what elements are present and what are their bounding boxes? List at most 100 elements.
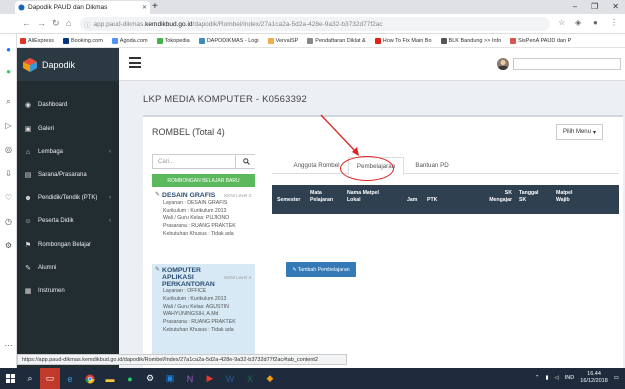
history-icon[interactable]: ◷ [3,216,14,227]
whatsapp-icon[interactable]: ● [3,66,14,77]
excel-icon[interactable]: X [240,368,260,389]
bookmark-item[interactable]: BLK Bandung >> Info [440,37,501,44]
top-header [119,48,625,81]
language-indicator[interactable]: IND [565,375,574,381]
search-input[interactable]: Cari... [152,154,256,169]
maximize-button[interactable]: ❐ [591,0,598,14]
play-icon[interactable]: ▷ [3,120,14,131]
profile-icon[interactable]: ● [593,18,598,27]
student-icon: ☺ [24,217,32,225]
user-name-box[interactable] [513,58,621,70]
dapodik-logo-icon [23,57,37,72]
more-icon[interactable]: ⋯ [3,340,14,351]
bookmark-item[interactable]: DAPODIKMAS - Logi [198,37,259,44]
minimize-button[interactable]: – [573,0,577,14]
explorer-icon[interactable]: ▬ [100,368,120,389]
close-window-button[interactable]: ✕ [612,0,619,14]
hamburger-menu-icon[interactable] [129,57,141,68]
paint-icon[interactable]: ◆ [260,368,280,389]
bookmark-icon [267,37,274,44]
status-url: https://app.paud-dikmas.kemdikbud.go.id/… [17,354,347,365]
bookmark-item[interactable]: Agoda.com [111,37,148,44]
bookmark-item[interactable]: Booking.com [62,37,103,44]
sidebar-item-galeri[interactable]: ▣ Galeri [17,120,119,138]
download-icon[interactable]: ⇩ [3,168,14,179]
sidebar: Dapodik ◉ Dashboard ▣ Galeri ⌂ Lembaga ‹ ▤ Sa… [17,48,119,368]
onenote-icon[interactable]: N [180,368,200,389]
forward-icon[interactable]: → [37,18,46,29]
browser-tab[interactable]: Dapodik PAUD dan Dikmas ✕ [15,1,150,14]
column-header: Mata Pelajaran [310,190,334,203]
avatar[interactable] [497,58,509,70]
sidebar-item-ptk[interactable]: ☻ Pendidik/Tendik (PTK) ‹ [17,189,119,207]
settings-icon[interactable]: ⚙ [140,368,160,389]
bookmark-icon [307,37,314,44]
brand[interactable]: Dapodik [17,48,119,81]
extension-icon[interactable]: ◈ [575,18,581,27]
bookmark-item[interactable]: SisPenA PAUD dan P [510,37,571,44]
back-icon[interactable]: ← [22,18,31,29]
home-icon[interactable]: ⌂ [66,18,71,29]
url-prefix: app.paud-dikmas. [93,20,146,28]
tab-bantuan-pd[interactable]: Bantuan PD [404,157,460,174]
bookmark-icon [374,37,381,44]
sidebar-item-dashboard[interactable]: ◉ Dashboard [17,96,119,114]
video-icon[interactable]: ▶ [200,368,220,389]
bookmark-item[interactable]: How To Fix Main Bo [374,37,432,44]
notification-icon[interactable]: ▭ [614,375,619,381]
sidebar-item-sarana[interactable]: ▤ Sarana/Prasarana [17,166,119,184]
search-icon[interactable]: ⌕ [20,368,40,389]
clock[interactable]: 16.44 16/12/2018 [580,371,608,384]
sidebar-item-lembaga[interactable]: ⌂ Lembaga ‹ [17,143,119,161]
volume-icon[interactable]: ◁ [555,375,559,381]
rombel-item-selected[interactable]: ✎ KOMPUTER APLIKASI PERKANTORAN KKNI Lev… [152,264,255,359]
photos-icon[interactable]: ▣ [160,368,180,389]
url-bar[interactable]: ⓘ app.paud-dikmas. kemdikbud.go.id/dapodi… [80,17,550,31]
heart-icon[interactable]: ♡ [3,192,14,203]
home-icon: ⌂ [25,148,31,156]
network-icon[interactable]: ▮ [546,375,549,381]
sidebar-item-instrumen[interactable]: ▦ Instrumen [17,282,119,300]
reload-icon[interactable]: ↻ [52,18,60,29]
bookmark-icon [156,37,163,44]
edit-icon[interactable]: ✎ [155,192,160,200]
search-button[interactable] [235,155,256,168]
url-domain: kemdikbud.go.id [145,20,193,28]
edit-icon[interactable]: ✎ [155,267,160,275]
menu-dots-icon[interactable]: ⋮ [610,18,618,27]
star-icon[interactable]: ☆ [558,18,565,27]
edge-icon[interactable]: e [60,368,80,389]
new-tab-button[interactable]: + [152,1,158,13]
sidebar-item-rombongan-belajar[interactable]: ⚑ Rombongan Belajar [17,236,119,254]
sidebar-item-peserta-didik[interactable]: ☺ Peserta Didik ‹ [17,212,119,230]
favicon-icon [18,4,25,11]
column-header: Tanggal SK [519,190,539,203]
bookmark-item[interactable]: VervalSP [267,37,298,44]
rombel-item[interactable]: ✎ DESAIN GRAFIS KKNI Level 3 Layanan : D… [152,189,255,242]
settings-icon[interactable]: ⚙ [3,240,14,251]
system-tray: ⌃ ▮ ◁ IND 16.44 16/12/2018 ▭ [535,371,619,384]
add-rombel-button[interactable]: ROMBONGAN BELAJAR BARU [152,174,255,187]
column-header: Matpel Wajib [556,190,573,203]
add-lesson-button[interactable]: ✎ Tambah Pembelajaran [286,262,356,277]
search-placeholder: Cari... [158,158,175,165]
rombel-box: ROMBEL (Total 4) Pilih Menu ▾ Cari... ROM… [143,115,623,368]
chevron-up-icon[interactable]: ⌃ [535,375,540,381]
graduation-icon: ✎ [25,265,31,272]
pilih-menu-button[interactable]: Pilih Menu ▾ [555,124,603,140]
close-tab-icon[interactable]: ✕ [142,4,147,11]
browser-tab-strip: Dapodik PAUD dan Dikmas ✕ + – ❐ ✕ [0,0,625,14]
word-icon[interactable]: W [220,368,240,389]
chrome-icon[interactable] [80,368,100,389]
start-icon[interactable] [0,368,20,389]
camera-icon[interactable]: ◎ [3,144,14,155]
bookmark-item[interactable]: Tokopedia [156,37,190,44]
whatsapp-icon[interactable]: ● [120,368,140,389]
bookmark-item[interactable]: Pendaftaran Diklat & [307,37,366,44]
sidebar-item-alumni[interactable]: ✎ Alumni [17,259,119,277]
task-view-icon[interactable]: ▭ [40,368,60,389]
caret-down-icon: ▾ [592,129,596,136]
search-icon[interactable]: ⌕ [3,96,14,107]
messenger-icon[interactable]: ● [3,44,14,55]
bookmark-item[interactable]: AliExpress [20,37,54,44]
